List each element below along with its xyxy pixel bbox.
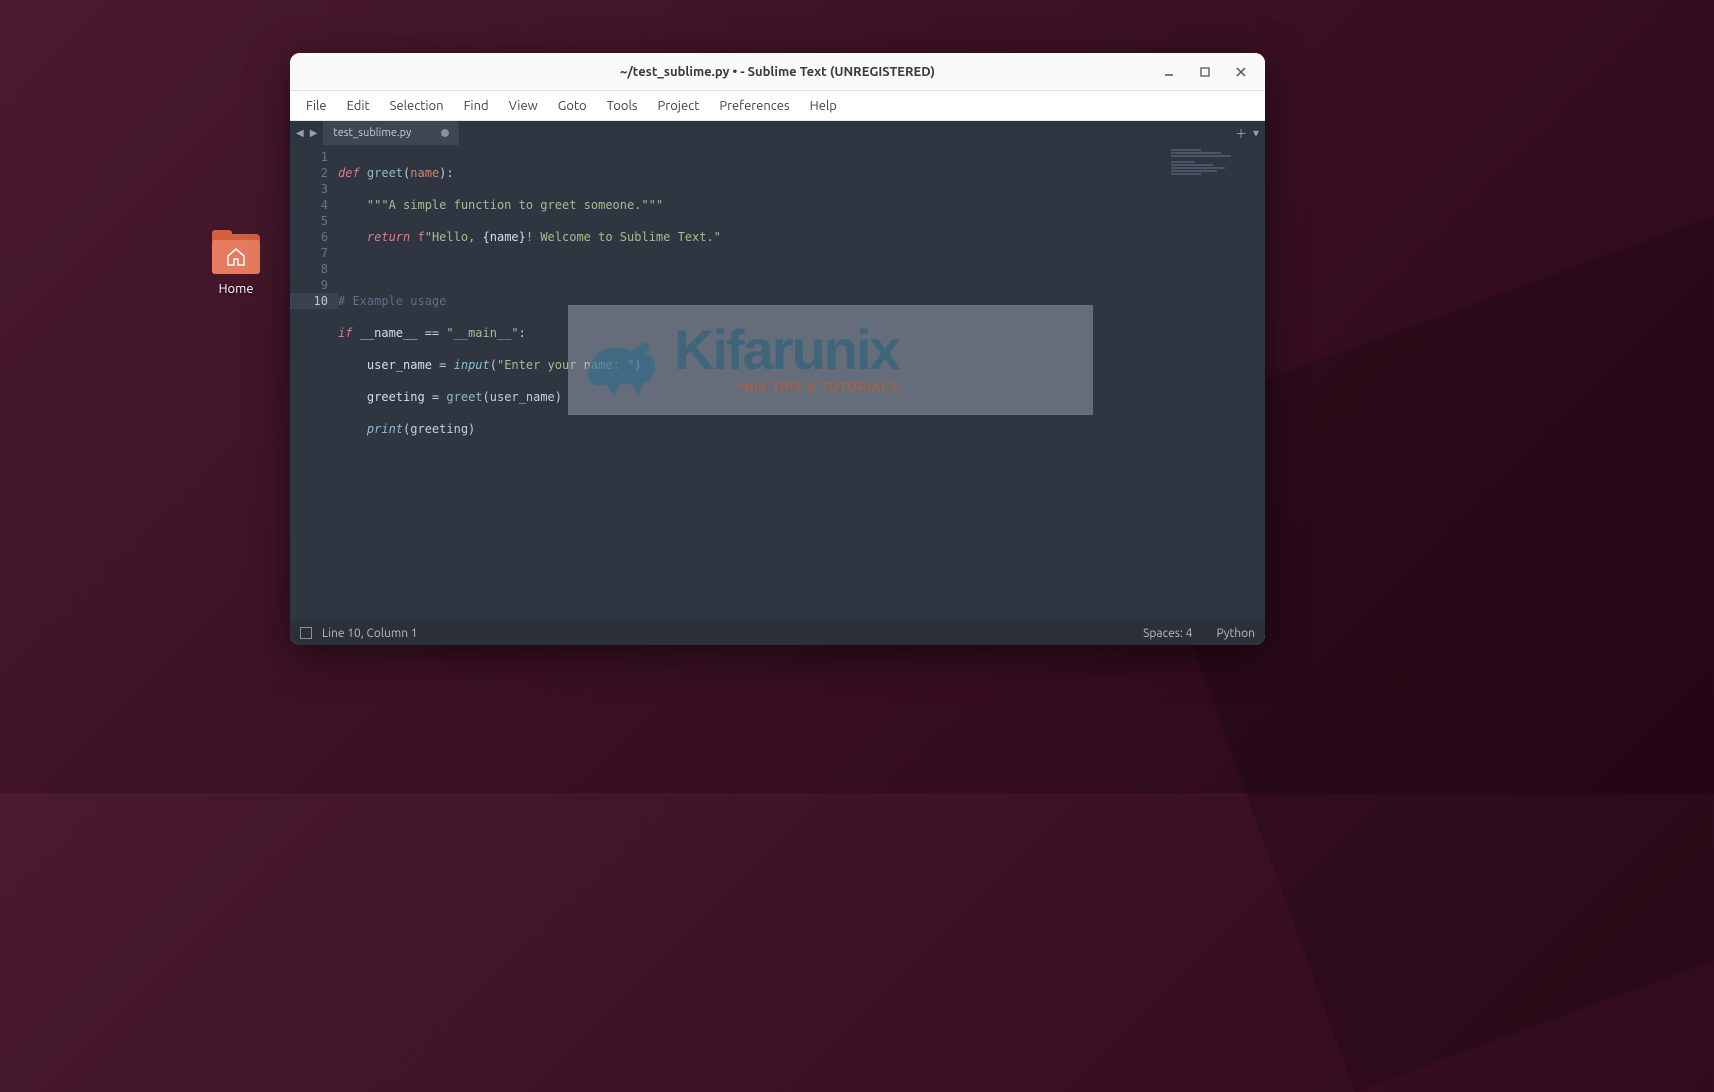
code-editor[interactable]: def greet(name): """A simple function to…: [338, 145, 1165, 621]
tab-dropdown-icon[interactable]: ▾: [1253, 126, 1259, 140]
line-number[interactable]: 9: [290, 277, 338, 293]
sublime-window: ~/test_sublime.py • - Sublime Text (UNRE…: [290, 53, 1265, 645]
line-number[interactable]: 1: [290, 149, 338, 165]
minimap[interactable]: [1165, 145, 1265, 621]
desktop-home-icon[interactable]: Home: [208, 230, 264, 296]
menu-find[interactable]: Find: [454, 95, 499, 117]
status-bar: Line 10, Column 1 Spaces: 4 Python: [290, 621, 1265, 645]
window-close-button[interactable]: [1223, 57, 1259, 87]
tab-file[interactable]: test_sublime.py: [323, 121, 459, 145]
line-number[interactable]: 4: [290, 197, 338, 213]
home-folder-icon: [212, 230, 260, 274]
line-number[interactable]: 10: [290, 293, 338, 309]
tab-history-back-icon[interactable]: ◀: [294, 127, 306, 139]
window-title: ~/test_sublime.py • - Sublime Text (UNRE…: [620, 65, 935, 79]
tab-dirty-indicator-icon: [441, 129, 449, 137]
desktop-home-label: Home: [208, 282, 264, 296]
line-number[interactable]: 3: [290, 181, 338, 197]
window-maximize-button[interactable]: [1187, 57, 1223, 87]
menu-tools[interactable]: Tools: [597, 95, 648, 117]
line-number-gutter: 1 2 3 4 5 6 7 8 9 10: [290, 145, 338, 621]
line-number[interactable]: 2: [290, 165, 338, 181]
status-position[interactable]: Line 10, Column 1: [322, 627, 418, 640]
status-syntax[interactable]: Python: [1216, 627, 1255, 640]
line-number[interactable]: 5: [290, 213, 338, 229]
status-indent[interactable]: Spaces: 4: [1143, 627, 1192, 640]
menu-help[interactable]: Help: [800, 95, 847, 117]
window-minimize-button[interactable]: [1151, 57, 1187, 87]
menu-file[interactable]: File: [296, 95, 337, 117]
menu-view[interactable]: View: [499, 95, 548, 117]
menu-project[interactable]: Project: [648, 95, 710, 117]
tab-history-forward-icon[interactable]: ▶: [308, 127, 320, 139]
tab-bar: ◀ ▶ test_sublime.py ＋ ▾: [290, 121, 1265, 145]
line-number[interactable]: 7: [290, 245, 338, 261]
tab-file-label: test_sublime.py: [333, 127, 411, 139]
menu-goto[interactable]: Goto: [548, 95, 597, 117]
line-number[interactable]: 8: [290, 261, 338, 277]
menu-selection[interactable]: Selection: [380, 95, 454, 117]
menu-preferences[interactable]: Preferences: [709, 95, 799, 117]
new-tab-button[interactable]: ＋: [1235, 125, 1247, 142]
window-titlebar[interactable]: ~/test_sublime.py • - Sublime Text (UNRE…: [290, 53, 1265, 91]
line-number[interactable]: 6: [290, 229, 338, 245]
menu-edit[interactable]: Edit: [337, 95, 380, 117]
sidebar-toggle-icon[interactable]: [300, 627, 312, 639]
editor-area: 1 2 3 4 5 6 7 8 9 10 def greet(name): ""…: [290, 145, 1265, 621]
menubar: File Edit Selection Find View Goto Tools…: [290, 91, 1265, 121]
